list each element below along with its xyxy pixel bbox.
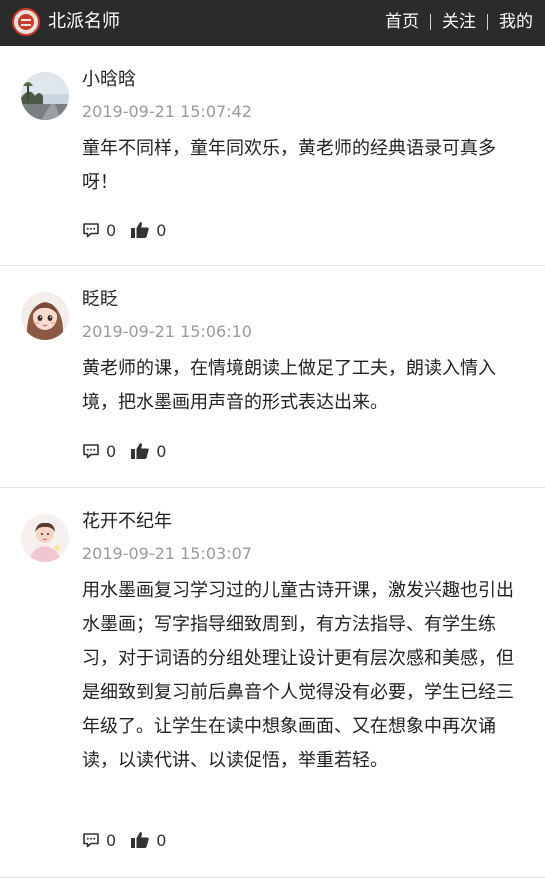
thumbs-up-icon — [131, 832, 149, 848]
avatar[interactable] — [21, 292, 69, 340]
avatar-landscape-image — [21, 72, 69, 120]
nav-separator — [487, 14, 488, 30]
logo-seal-mark — [18, 14, 34, 30]
thumbs-up-icon — [131, 443, 149, 459]
like-count: 0 — [156, 830, 167, 850]
top-bar: 北派名师 首页 关注 我的 — [0, 0, 545, 46]
comment-username[interactable]: 眨眨 — [82, 286, 118, 314]
comment-list: 小晗晗 2019-09-21 15:07:42 童年不同样，童年同欢乐，黄老师的… — [0, 46, 545, 878]
comment-actions: 0 0 — [82, 829, 180, 851]
reply-button[interactable]: 0 — [82, 221, 116, 240]
like-count: 0 — [156, 220, 167, 240]
comment-username[interactable]: 花开不纪年 — [82, 508, 172, 536]
comment-text: 用水墨画复习学习过的儿童古诗开课，激发兴趣也引出水墨画；写字指导细致周到，有方法… — [82, 580, 514, 771]
comment-bubble-icon — [83, 444, 99, 459]
reply-count: 0 — [106, 441, 117, 461]
avatar-photo-girl-image — [21, 514, 69, 562]
reply-count: 0 — [106, 830, 117, 850]
comment-timestamp: 2019-09-21 15:03:07 — [82, 544, 252, 563]
seal-logo-icon[interactable] — [12, 8, 40, 36]
logo-seal-stroke — [21, 19, 31, 21]
comment-actions: 0 0 — [82, 440, 180, 462]
avatar[interactable] — [21, 72, 69, 120]
comment-item: 小晗晗 2019-09-21 15:07:42 童年不同样，童年同欢乐，黄老师的… — [0, 46, 545, 266]
nav-separator — [430, 14, 431, 30]
comment-timestamp: 2019-09-21 15:07:42 — [82, 102, 252, 121]
comment-bubble-icon — [83, 223, 99, 238]
logo-seal-stroke — [21, 24, 31, 26]
comment-text: 童年不同样，童年同欢乐，黄老师的经典语录可真多呀！ — [82, 138, 496, 193]
comment-item: 眨眨 2019-09-21 15:06:10 黄老师的课，在情境朗读上做足了工夫… — [0, 266, 545, 488]
site-name[interactable]: 北派名师 — [48, 10, 120, 34]
comment-timestamp: 2019-09-21 15:06:10 — [82, 322, 252, 341]
like-count: 0 — [156, 441, 167, 461]
avatar-cartoon-girl-image — [21, 292, 69, 340]
thumbs-up-icon — [131, 222, 149, 238]
like-button[interactable]: 0 — [130, 831, 166, 850]
top-nav: 首页 关注 我的 — [385, 10, 533, 34]
nav-follow-link[interactable]: 关注 — [442, 10, 476, 34]
nav-home-link[interactable]: 首页 — [385, 10, 419, 34]
reply-button[interactable]: 0 — [82, 831, 116, 850]
like-button[interactable]: 0 — [130, 221, 166, 240]
nav-mine-link[interactable]: 我的 — [499, 10, 533, 34]
comment-bubble-icon — [83, 833, 99, 848]
reply-count: 0 — [106, 220, 117, 240]
reply-button[interactable]: 0 — [82, 442, 116, 461]
comment-item: 花开不纪年 2019-09-21 15:03:07 用水墨画复习学习过的儿童古诗… — [0, 488, 545, 878]
comment-actions: 0 0 — [82, 219, 180, 241]
avatar[interactable] — [21, 514, 69, 562]
comment-text: 黄老师的课，在情境朗读上做足了工夫，朗读入情入境，把水墨画用声音的形式表达出来。 — [82, 358, 496, 413]
like-button[interactable]: 0 — [130, 442, 166, 461]
comment-username[interactable]: 小晗晗 — [82, 66, 136, 94]
